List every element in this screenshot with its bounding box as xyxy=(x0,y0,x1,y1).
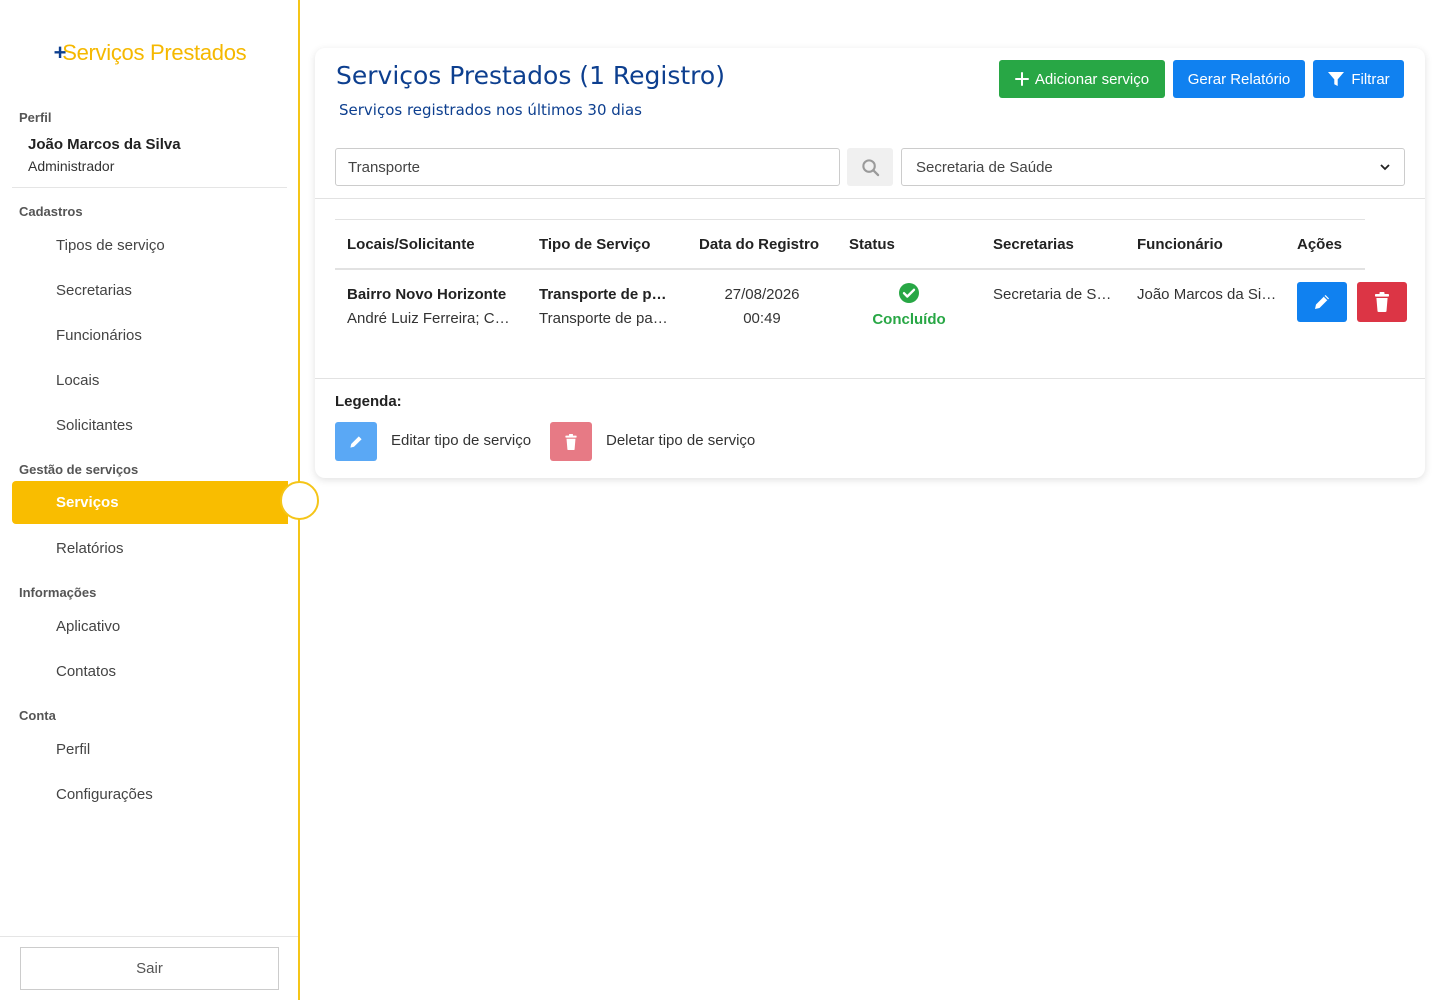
sidebar-item-perfil[interactable]: Perfil xyxy=(56,741,90,758)
column-header-status[interactable]: Status xyxy=(849,236,895,253)
sidebar-item-servicos[interactable] xyxy=(12,481,288,524)
cell-date: 27/08/2026 xyxy=(724,286,800,303)
add-service-button[interactable]: Adicionar serviço xyxy=(999,60,1165,98)
section-title-conta: Conta xyxy=(19,708,56,723)
plus-icon xyxy=(1014,72,1029,86)
page-subtitle: Serviços registrados nos últimos 30 dias xyxy=(339,101,642,119)
table-top-border xyxy=(335,219,1365,220)
delete-row-button[interactable] xyxy=(1357,282,1407,322)
filter-label: Filtrar xyxy=(1351,70,1390,88)
legend-delete-label: Deletar tipo de serviço xyxy=(606,432,756,449)
cell-solicitante: André Luiz Ferreira; Carlos xyxy=(347,310,515,327)
cell-funcionario: João Marcos da Silva xyxy=(1137,286,1277,303)
section-title-profile: Perfil xyxy=(19,110,52,125)
legend-edit-label: Editar tipo de serviço xyxy=(391,432,532,449)
app-logo[interactable]: +Serviços Prestados xyxy=(0,40,300,66)
cell-tipo: Transporte de pacientes xyxy=(539,310,673,327)
card-divider xyxy=(315,198,1425,199)
column-header-data[interactable]: Data do Registro xyxy=(699,236,819,253)
search-input[interactable] xyxy=(335,148,840,186)
sidebar-item-servicos-label[interactable]: Serviços xyxy=(56,494,119,511)
edit-row-button[interactable] xyxy=(1297,282,1347,322)
cell-tipo-bold: Transporte de pacientes xyxy=(539,286,673,303)
sidebar-item-configuracoes[interactable]: Configurações xyxy=(56,786,153,803)
sidebar-item-relatorios[interactable]: Relatórios xyxy=(56,540,124,557)
column-header-acoes: Ações xyxy=(1297,236,1343,253)
filter-button[interactable]: Filtrar xyxy=(1313,60,1404,98)
section-title-informacoes: Informações xyxy=(19,585,97,600)
search-icon xyxy=(861,158,879,176)
page-title: Serviços Prestados (1 Registro) xyxy=(336,61,725,90)
trash-icon xyxy=(1375,292,1389,312)
funnel-icon xyxy=(1328,72,1345,86)
logo-text: Serviços Prestados xyxy=(62,40,247,65)
section-title-gestao: Gestão de serviços xyxy=(19,462,139,477)
legend-title: Legenda: xyxy=(335,393,402,410)
pencil-icon xyxy=(350,435,362,448)
column-header-tipo[interactable]: Tipo de Serviço xyxy=(539,236,650,253)
profile-role: Administrador xyxy=(28,158,115,174)
generate-report-label: Gerar Relatório xyxy=(1187,70,1291,88)
status-label: Concluído xyxy=(872,311,946,328)
generate-report-button[interactable]: Gerar Relatório xyxy=(1173,60,1305,98)
sidebar-item-tipos-servico[interactable]: Tipos de serviço xyxy=(56,237,165,254)
cell-secretaria: Secretaria de Saúde xyxy=(993,286,1113,303)
services-card: Serviços Prestados (1 Registro) Serviços… xyxy=(315,48,1425,478)
status-badge: Concluído xyxy=(865,282,953,328)
logout-button[interactable]: Sair xyxy=(20,947,279,990)
sidebar-item-locais[interactable]: Locais xyxy=(56,372,99,389)
legend-delete-swatch xyxy=(550,422,592,461)
profile-divider xyxy=(12,187,287,188)
sidebar-item-contatos[interactable]: Contatos xyxy=(56,663,116,680)
pencil-icon xyxy=(1315,295,1329,309)
secretaria-select[interactable]: Secretaria de Saúde xyxy=(901,148,1405,186)
legend-divider xyxy=(315,378,1425,379)
sidebar-collapse-toggle[interactable] xyxy=(280,481,319,520)
legend-edit-swatch xyxy=(335,422,377,461)
section-title-cadastros: Cadastros xyxy=(19,204,83,219)
check-circle-icon xyxy=(899,283,919,303)
sidebar-item-aplicativo[interactable]: Aplicativo xyxy=(56,618,120,635)
sidebar-item-funcionarios[interactable]: Funcionários xyxy=(56,327,142,344)
column-header-locais[interactable]: Locais/Solicitante xyxy=(347,236,475,253)
add-service-label: Adicionar serviço xyxy=(1034,70,1150,88)
sidebar: +Serviços Prestados Perfil João Marcos d… xyxy=(0,0,300,1000)
column-header-secretarias[interactable]: Secretarias xyxy=(993,236,1074,253)
profile-name: João Marcos da Silva xyxy=(28,136,181,153)
sidebar-footer-divider xyxy=(0,936,298,937)
chevron-down-icon xyxy=(1380,164,1390,171)
column-header-funcionario[interactable]: Funcionário xyxy=(1137,236,1223,253)
secretaria-select-value: Secretaria de Saúde xyxy=(916,158,1053,176)
cell-time: 00:49 xyxy=(743,310,781,327)
table-header-divider xyxy=(335,268,1365,270)
trash-icon xyxy=(565,433,577,450)
sidebar-item-secretarias[interactable]: Secretarias xyxy=(56,282,132,299)
sidebar-item-solicitantes[interactable]: Solicitantes xyxy=(56,417,133,434)
cell-local: Bairro Novo Horizonte xyxy=(347,286,507,303)
search-button[interactable] xyxy=(847,148,893,186)
